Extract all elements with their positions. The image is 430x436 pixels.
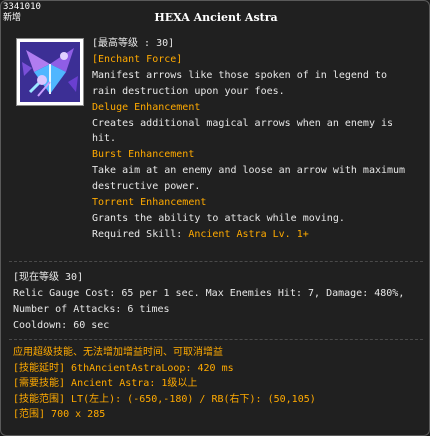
description-line: hit. <box>92 133 117 145</box>
skill-range-line: [技能范围] LT(左上): (-650,-180) / RB(右下): (50… <box>13 393 316 405</box>
divider <box>9 261 423 262</box>
skill-delay-line: [技能延时] 6thAncientAstraLoop: 420 ms <box>13 362 234 374</box>
range-size-line: [范围] 700 x 285 <box>13 409 106 421</box>
stats-line: Number of Attacks: 6 times <box>13 303 170 315</box>
skill-icon-frame <box>16 38 84 106</box>
description-line: destructive power. <box>92 181 201 193</box>
enchant-force-label: [Enchant Force] <box>92 53 183 65</box>
required-skill: Required Skill: Ancient Astra Lv. 1+ <box>92 227 422 243</box>
skill-title: HEXA Ancient Astra <box>154 11 278 24</box>
required-skill-value: Ancient Astra Lv. 1+ <box>188 228 309 240</box>
description-line: Manifest arrows like those spoken of in … <box>92 69 388 81</box>
cooldown-line: Cooldown: 60 sec <box>13 319 110 331</box>
burst-enhancement-title: Burst Enhancement <box>92 149 195 161</box>
required-skill-label: Required Skill: <box>92 228 189 240</box>
max-level: [最高等级 : 30] <box>92 38 175 49</box>
current-level-section: [现在等级 30] Relic Gauge Cost: 65 per 1 sec… <box>13 270 423 334</box>
description-line: Take aim at an enemy and loose an arrow … <box>92 165 406 177</box>
description-line: rain destruction upon your foes. <box>92 85 285 97</box>
skill-tooltip: 3341010 新增 HEXA Ancient Astra [最高等级 : 30… <box>0 0 430 436</box>
stats-line: Relic Gauge Cost: 65 per 1 sec. Max Enem… <box>13 287 405 299</box>
divider <box>9 339 423 340</box>
skill-description: [最高等级 : 30] [Enchant Force] Manifest arr… <box>92 36 422 243</box>
description-line: Grants the ability to attack while movin… <box>92 212 345 224</box>
extra-line: 应用超级技能、无法增加增益时间、可取消增益 <box>13 347 223 358</box>
extra-info-section: 应用超级技能、无法增加增益时间、可取消增益 [技能延时] 6thAncientA… <box>13 345 423 423</box>
description-line: Creates additional magical arrows when a… <box>92 117 394 129</box>
current-level: [现在等级 30] <box>13 272 84 283</box>
required-skill-line: [需要技能] Ancient Astra: 1级以上 <box>13 378 198 390</box>
ancient-astra-skill-icon <box>20 42 80 102</box>
deluge-enhancement-title: Deluge Enhancement <box>92 101 201 113</box>
torrent-enhancement-title: Torrent Enhancement <box>92 197 207 209</box>
